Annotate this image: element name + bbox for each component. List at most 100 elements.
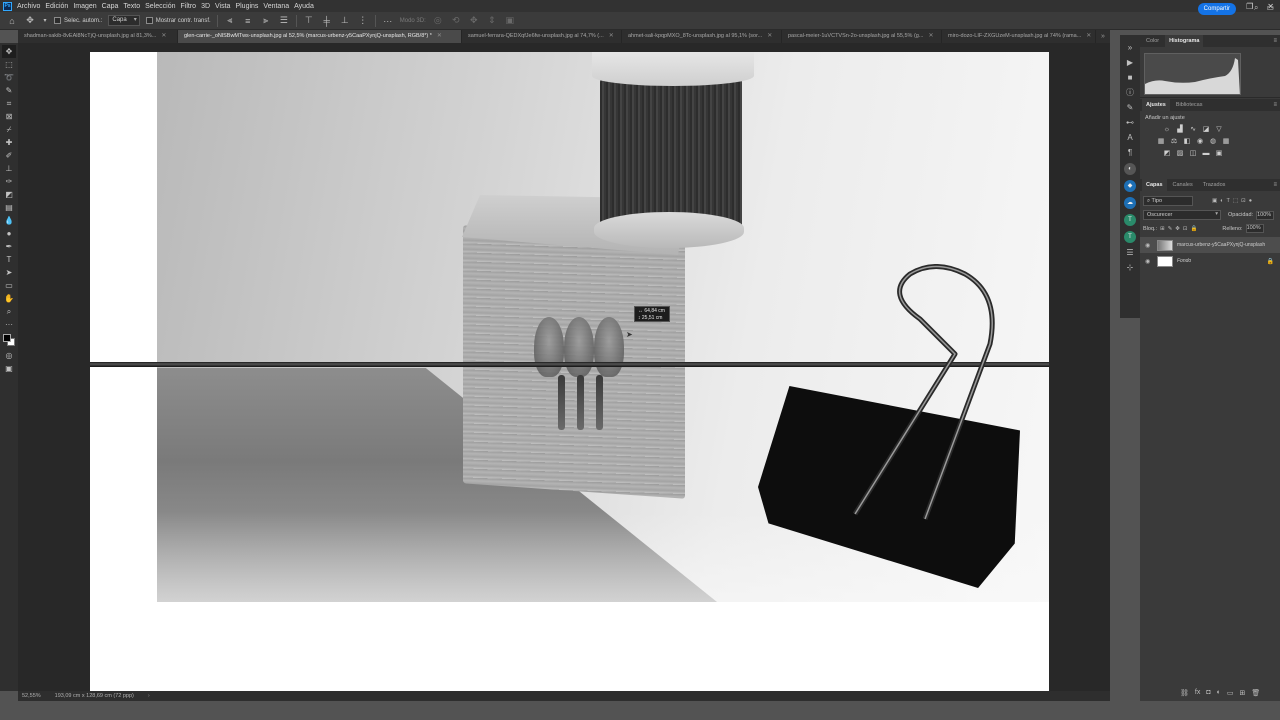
threshold-icon[interactable]: ◫ xyxy=(1188,149,1198,159)
menu-imagen[interactable]: Imagen xyxy=(73,3,96,10)
layer-row-background[interactable]: ◉ Fondo 🔒 xyxy=(1140,253,1280,269)
hue-saturation-icon[interactable]: ▦ xyxy=(1156,137,1166,147)
layer-filter-select[interactable]: ⌕ Tipo xyxy=(1143,196,1193,206)
filter-adjust-icon[interactable]: ◐ xyxy=(1220,198,1223,204)
layer-row-selected[interactable]: ◉ marcus-urbenz-y5CaaPXynjQ-unsplash xyxy=(1140,237,1280,253)
show-transform-box[interactable] xyxy=(145,17,153,24)
character-icon[interactable]: A xyxy=(1122,131,1138,145)
tab-document[interactable]: miro-dozo-LIF-ZXGUzeM-unsplash.jpg al 74… xyxy=(942,30,1096,43)
align-top-icon[interactable]: ⊤ xyxy=(303,15,315,26)
align-bottom-icon[interactable]: ⊥ xyxy=(339,15,351,26)
plugin-icon[interactable]: T xyxy=(1124,214,1136,226)
tab-adjustments[interactable]: Ajustes xyxy=(1142,99,1170,111)
canvas-area[interactable]: ↔ 64,84 cm ↕ 25,51 cm ➤ xyxy=(18,43,1110,691)
color-lookup-icon[interactable]: ▦ xyxy=(1221,137,1231,147)
tab-histogram[interactable]: Histograma xyxy=(1165,35,1204,47)
mask-icon[interactable]: ◘ xyxy=(1206,689,1210,697)
filter-smart-icon[interactable]: ⊡ xyxy=(1241,198,1246,204)
more-tools-icon[interactable]: ··· xyxy=(2,318,16,331)
healing-brush-icon[interactable]: ✚ xyxy=(2,136,16,149)
properties-icon[interactable]: ☰ xyxy=(1122,246,1138,260)
panel-menu-icon[interactable]: ≡ xyxy=(1273,35,1277,47)
color-balance-icon[interactable]: ⚖ xyxy=(1169,137,1179,147)
brush-settings-icon[interactable]: ✎ xyxy=(1122,101,1138,115)
selective-color-icon[interactable]: ▣ xyxy=(1214,149,1224,159)
document-canvas[interactable] xyxy=(90,52,1049,691)
brightness-icon[interactable]: ☼ xyxy=(1162,125,1172,135)
foreground-color[interactable] xyxy=(3,334,11,342)
move-tool-icon[interactable]: ✥ xyxy=(24,15,36,26)
tab-document[interactable]: shadman-sakib-8vEAl8NcTjQ-unsplash.jpg a… xyxy=(18,30,178,43)
panel-menu-icon[interactable]: ≡ xyxy=(1273,179,1277,191)
home-icon[interactable]: ⌂ xyxy=(6,16,18,26)
play-icon[interactable]: ▶ xyxy=(1122,56,1138,70)
libraries-icon[interactable]: ◆ xyxy=(1124,180,1136,192)
brush-tool-icon[interactable]: ✐ xyxy=(2,149,16,162)
collapse-icon[interactable]: » xyxy=(1122,41,1138,55)
photo-filter-icon[interactable]: ◉ xyxy=(1195,137,1205,147)
distribute-icon[interactable]: ☰ xyxy=(278,15,290,26)
chevron-down-icon[interactable]: ▾ xyxy=(42,17,48,24)
panel-menu-icon[interactable]: ≡ xyxy=(1273,99,1277,111)
path-select-icon[interactable]: ➤ xyxy=(2,266,16,279)
tab-document[interactable]: samuel-ferrara-QEDXqfJe6fw-unsplash.jpg … xyxy=(462,30,622,43)
menu-vista[interactable]: Vista xyxy=(215,3,230,10)
invert-icon[interactable]: ◩ xyxy=(1162,149,1172,159)
menu-3d[interactable]: 3D xyxy=(201,3,210,10)
lock-transparent-icon[interactable]: ⊞ xyxy=(1160,226,1165,232)
levels-icon[interactable]: ▟ xyxy=(1175,125,1185,135)
align-center-icon[interactable]: ≡ xyxy=(242,16,254,26)
lock-image-icon[interactable]: ✎ xyxy=(1168,226,1173,232)
marquee-tool-icon[interactable]: ⬚ xyxy=(2,58,16,71)
group-icon[interactable]: ▭ xyxy=(1227,689,1234,697)
menu-seleccion[interactable]: Selección xyxy=(145,3,175,10)
quick-mask-icon[interactable]: ◎ xyxy=(2,349,16,362)
menu-texto[interactable]: Texto xyxy=(123,3,140,10)
actions-icon[interactable]: ■ xyxy=(1122,71,1138,85)
fx-icon[interactable]: fx xyxy=(1195,689,1200,697)
tab-document-active[interactable]: glen-carrie-_oNlSBwMTws-unsplash.jpg al … xyxy=(178,30,462,43)
auto-select-checkbox[interactable]: Selec. autom.: xyxy=(54,17,102,24)
eye-icon[interactable]: ◉ xyxy=(1145,242,1153,249)
menu-ayuda[interactable]: Ayuda xyxy=(294,3,314,10)
filter-pixel-icon[interactable]: ▣ xyxy=(1212,198,1217,204)
posterize-icon[interactable]: ▨ xyxy=(1175,149,1185,159)
zoom-tool-icon[interactable]: ⌕ xyxy=(2,305,16,318)
curves-icon[interactable]: ∿ xyxy=(1188,125,1198,135)
gradient-tool-icon[interactable]: ▤ xyxy=(2,201,16,214)
distribute-vertical-icon[interactable]: ⋮ xyxy=(357,15,369,26)
new-layer-icon[interactable]: ⊞ xyxy=(1239,689,1245,697)
pen-tool-icon[interactable]: ✒ xyxy=(2,240,16,253)
tab-layers[interactable]: Capas xyxy=(1142,179,1167,191)
paragraph-icon[interactable]: ¶ xyxy=(1122,146,1138,160)
dodge-tool-icon[interactable]: ● xyxy=(2,227,16,240)
zoom-level[interactable]: 52,55% xyxy=(22,693,41,699)
close-icon[interactable]: ✕ xyxy=(609,30,614,43)
screen-mode-icon[interactable]: ▣ xyxy=(2,362,16,375)
opacity-input[interactable]: 100% xyxy=(1256,210,1275,220)
cloud-icon[interactable]: ☁ xyxy=(1124,197,1136,209)
filter-shape-icon[interactable]: ⬚ xyxy=(1233,198,1238,204)
menu-archivo[interactable]: Archivo xyxy=(17,3,40,10)
frame-tool-icon[interactable]: ⊠ xyxy=(2,110,16,123)
align-left-icon[interactable]: ⫷ xyxy=(224,15,236,26)
lock-position-icon[interactable]: ✥ xyxy=(1175,226,1180,232)
rectangle-tool-icon[interactable]: ▭ xyxy=(2,279,16,292)
hand-tool-icon[interactable]: ✋ xyxy=(2,292,16,305)
lock-all-icon[interactable]: 🔒 xyxy=(1191,226,1198,232)
menu-plugins[interactable]: Plugins xyxy=(235,3,258,10)
eye-icon[interactable]: ◉ xyxy=(1145,258,1153,265)
search-icon[interactable]: ⌕ xyxy=(1254,3,1258,13)
type-tool-icon[interactable]: T xyxy=(2,253,16,266)
share-button[interactable]: Compartir xyxy=(1197,3,1236,15)
trash-icon[interactable]: 🗑 xyxy=(1251,689,1260,697)
tab-document[interactable]: pascal-meier-1uVCTVSn-2o-unsplash.jpg al… xyxy=(782,30,942,43)
tab-libraries[interactable]: Bibliotecas xyxy=(1172,99,1207,111)
link-icon[interactable]: ⛓ xyxy=(1180,689,1189,697)
show-transform-checkbox[interactable]: Mostrar contr. transf. xyxy=(145,17,211,24)
black-white-icon[interactable]: ◧ xyxy=(1182,137,1192,147)
menu-capa[interactable]: Capa xyxy=(102,3,119,10)
filter-type-icon[interactable]: T xyxy=(1227,198,1230,204)
close-icon[interactable]: ✕ xyxy=(161,30,166,43)
close-icon[interactable]: ✕ xyxy=(767,30,772,43)
